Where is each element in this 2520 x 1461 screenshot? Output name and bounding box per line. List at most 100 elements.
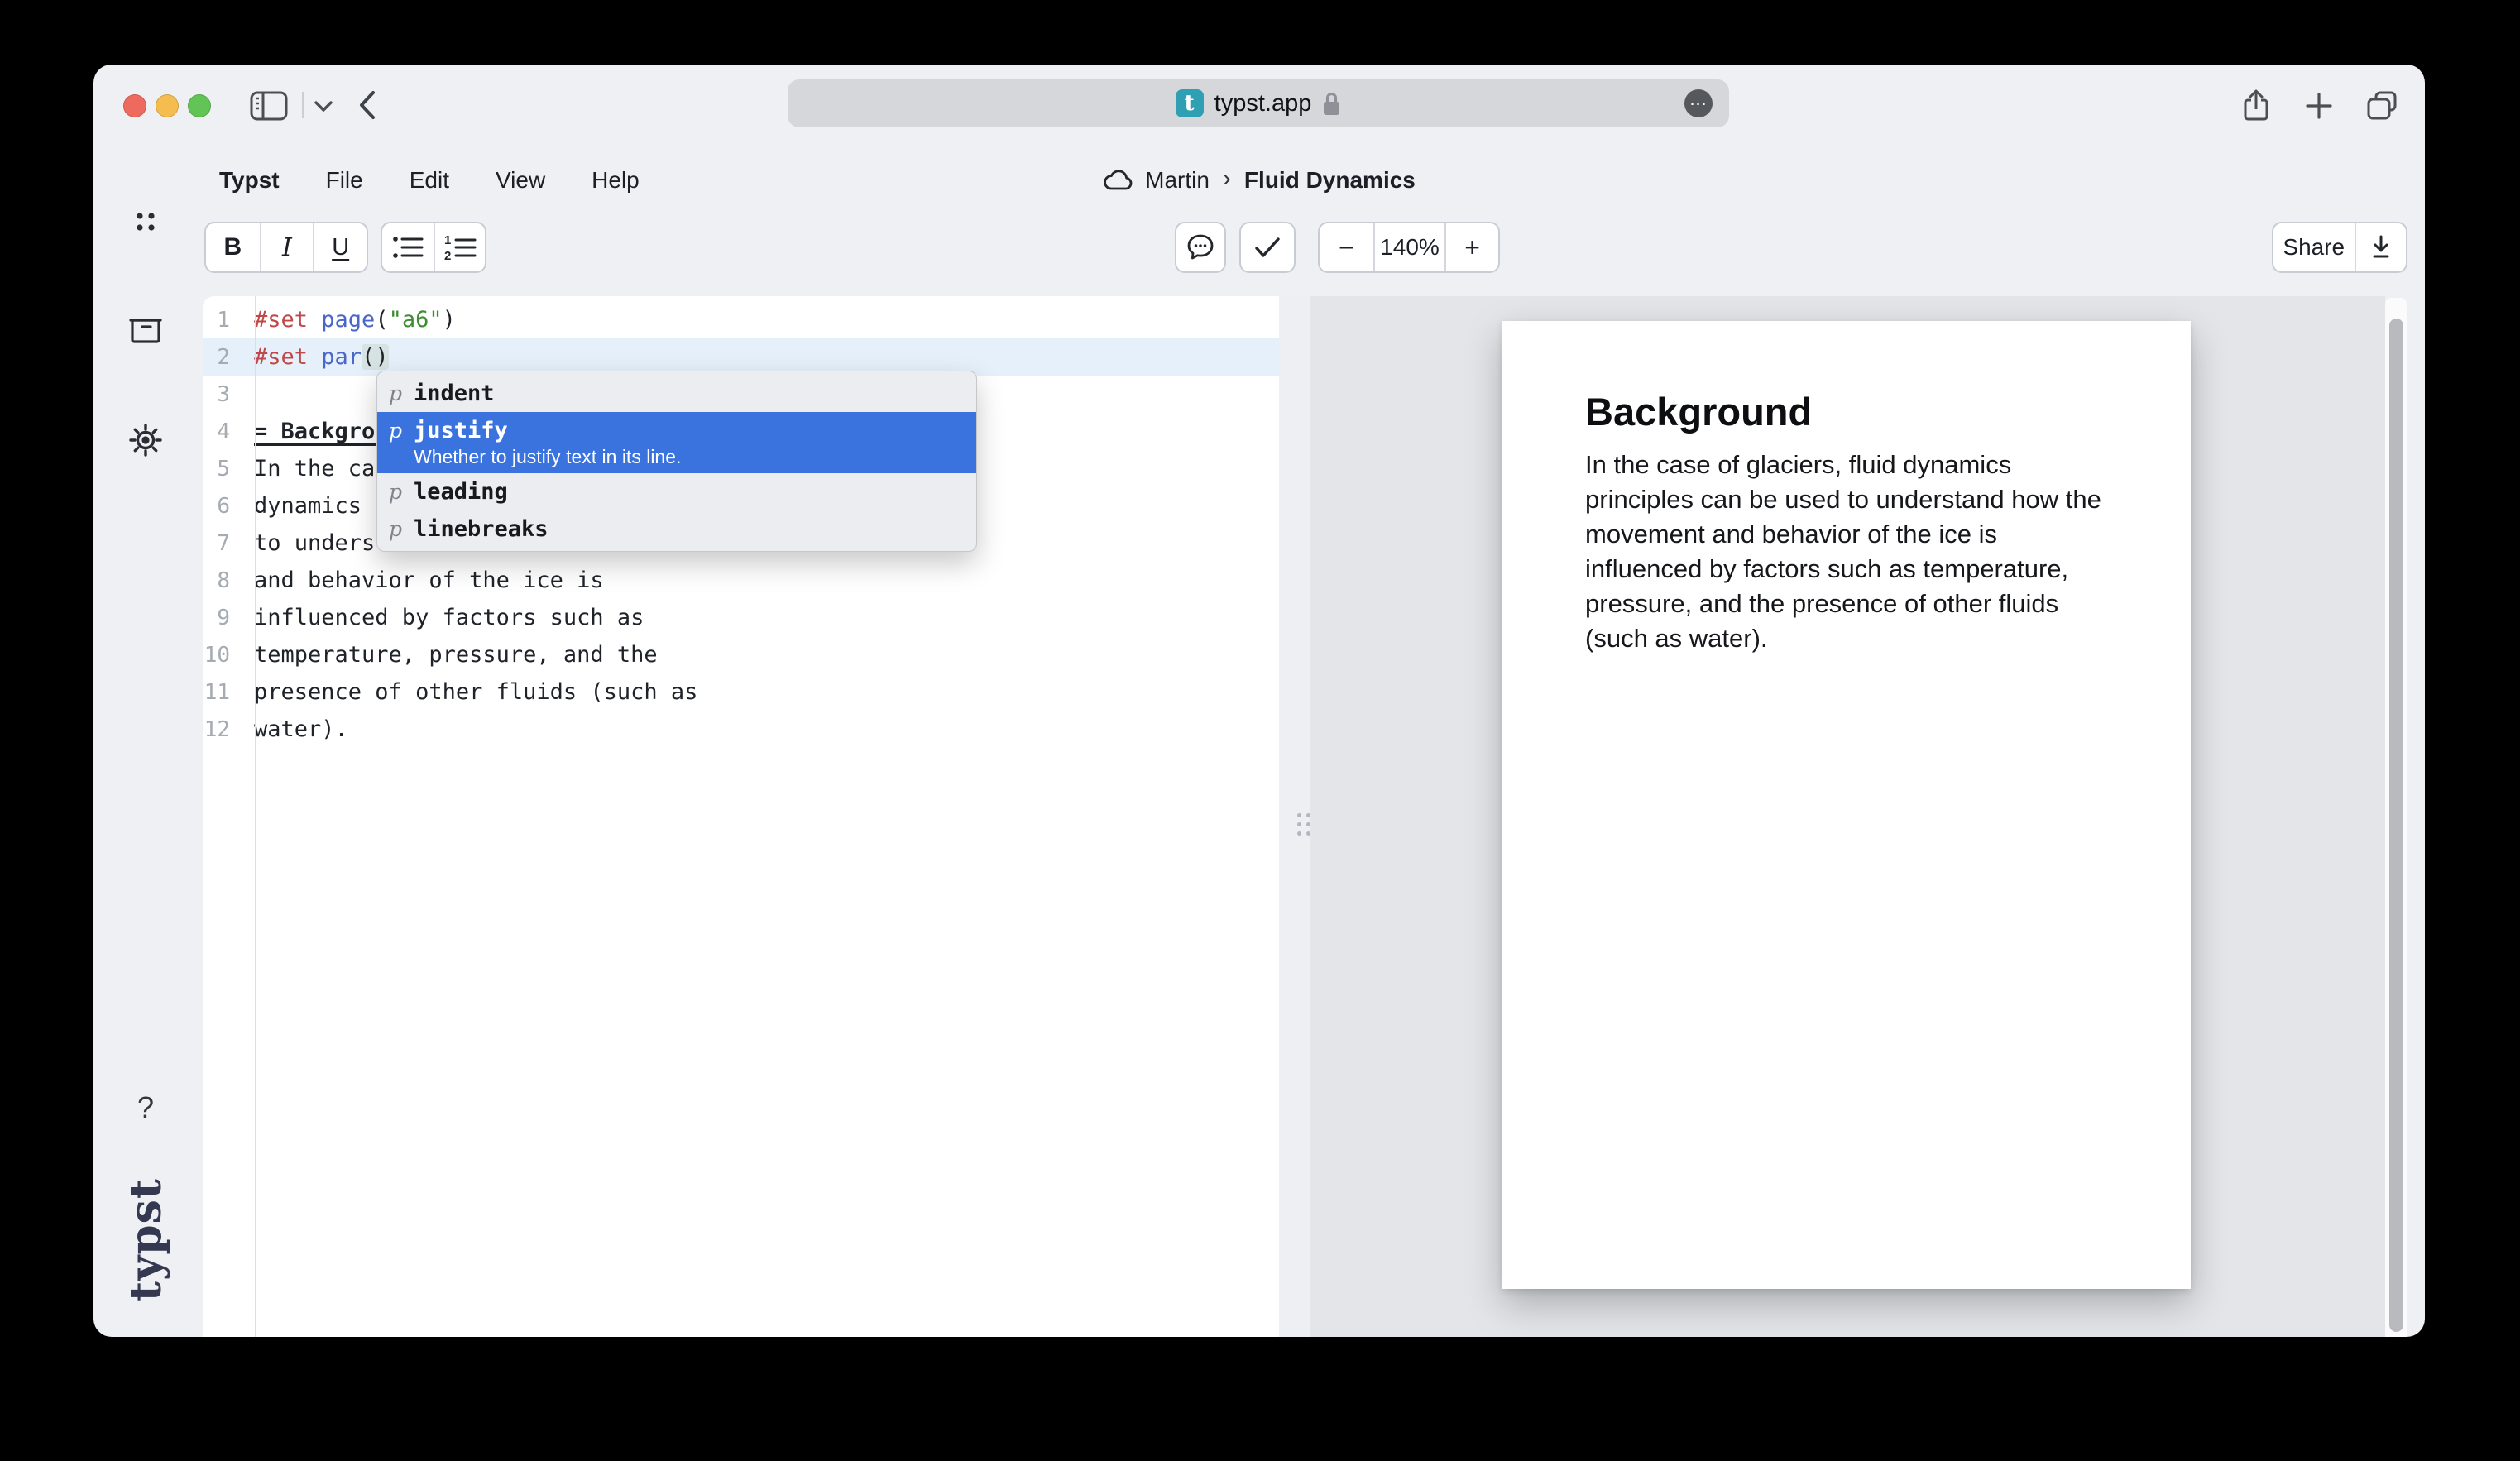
url-text: typst.app xyxy=(1214,90,1312,117)
preview-pane: Background In the case of glaciers, flui… xyxy=(1310,296,2385,1337)
address-bar[interactable]: t typst.app ⋯ xyxy=(788,79,1729,127)
breadcrumb-separator: › xyxy=(1221,165,1233,193)
typst-logo-text: typst xyxy=(121,1178,171,1301)
compile-status-button[interactable] xyxy=(1239,222,1296,273)
code-line-text: and behavior of the ice is xyxy=(242,568,604,593)
preview-body-line: influenced by factors such as temperatur… xyxy=(1585,552,2118,587)
back-icon[interactable] xyxy=(358,90,376,120)
traffic-light-minimize-button[interactable] xyxy=(156,94,179,117)
share-label: Share xyxy=(2283,234,2345,261)
help-button[interactable]: ? xyxy=(132,1090,159,1125)
autocomplete-item-justify[interactable]: pjustifyWhether to justify text in its l… xyxy=(377,412,976,473)
svg-text:1: 1 xyxy=(444,233,451,247)
traffic-light-zoom-button[interactable] xyxy=(188,94,211,117)
page-settings-icon[interactable]: ⋯ xyxy=(1684,89,1713,117)
download-button[interactable] xyxy=(2355,223,2406,271)
line-number: 9 xyxy=(203,606,242,630)
code-line[interactable]: 1#set page("a6") xyxy=(203,301,1279,338)
typst-logo: typst xyxy=(107,1181,184,1297)
breadcrumb: Martin › Fluid Dynamics xyxy=(1103,156,1416,205)
bold-label: B xyxy=(223,233,242,261)
italic-label: I xyxy=(282,233,292,262)
share-icon[interactable] xyxy=(2241,88,2271,122)
app-menu-grid-icon[interactable] xyxy=(132,208,159,235)
chrome-divider xyxy=(302,92,304,118)
code-line-text: #set par() xyxy=(242,344,389,370)
bold-button[interactable]: B xyxy=(206,223,260,271)
svg-text:2: 2 xyxy=(444,249,451,261)
code-line[interactable]: 8and behavior of the ice is xyxy=(203,562,1279,599)
bullet-list-button[interactable] xyxy=(382,223,434,271)
line-number: 11 xyxy=(203,680,242,705)
code-line[interactable]: 10temperature, pressure, and the xyxy=(203,636,1279,673)
menu-item-help[interactable]: Help xyxy=(592,167,640,194)
preview-scrollbar[interactable] xyxy=(2385,298,2407,1337)
autocomplete-item-indent[interactable]: pindent xyxy=(377,375,976,412)
autocomplete-item-leading[interactable]: pleading xyxy=(377,473,976,510)
code-editor[interactable]: 1#set page("a6")2#set par()34= Backgroun… xyxy=(203,296,1279,1337)
menu-item-file[interactable]: File xyxy=(326,167,363,194)
autocomplete-menu: pindentpjustifyWhether to justify text i… xyxy=(376,371,977,552)
zoom-out-button[interactable]: − xyxy=(1320,223,1373,271)
menu-item-typst[interactable]: Typst xyxy=(219,167,280,194)
autocomplete-item-label: leading xyxy=(414,478,508,505)
tab-overview-icon[interactable] xyxy=(2365,90,2398,122)
menu-item-edit[interactable]: Edit xyxy=(410,167,449,194)
code-line-text: temperature, pressure, and the xyxy=(242,642,658,668)
breadcrumb-document-title[interactable]: Fluid Dynamics xyxy=(1244,167,1416,194)
parameter-icon: p xyxy=(389,515,414,543)
line-number: 5 xyxy=(203,457,242,481)
sidebar-toggle-icon[interactable] xyxy=(250,91,288,121)
code-line[interactable]: 9influenced by factors such as xyxy=(203,599,1279,636)
lock-icon xyxy=(1322,91,1341,117)
parameter-icon: p xyxy=(389,380,414,407)
parameter-icon: p xyxy=(389,478,414,505)
preview-body-line: principles can be used to understand how… xyxy=(1585,482,2118,517)
share-button[interactable]: Share xyxy=(2273,223,2355,271)
traffic-light-close-button[interactable] xyxy=(123,94,146,117)
code-line-text: #set page("a6") xyxy=(242,307,456,333)
autocomplete-item-linebreaks[interactable]: plinebreaks xyxy=(377,510,976,548)
numbered-list-icon: 1 2 xyxy=(443,233,477,261)
comments-button[interactable] xyxy=(1175,222,1226,273)
new-tab-icon[interactable] xyxy=(2305,92,2333,120)
line-number: 4 xyxy=(203,419,242,444)
line-number: 8 xyxy=(203,568,242,593)
breadcrumb-account[interactable]: Martin xyxy=(1145,167,1210,194)
list-style-group: 1 2 xyxy=(381,222,486,273)
menu-item-view[interactable]: View xyxy=(496,167,545,194)
numbered-list-button[interactable]: 1 2 xyxy=(434,223,485,271)
code-line-text: influenced by factors such as xyxy=(242,605,644,630)
autocomplete-item-label: justify xyxy=(414,417,681,444)
code-line[interactable]: 11presence of other fluids (such as xyxy=(203,673,1279,711)
browser-chrome: t typst.app ⋯ xyxy=(93,65,2425,144)
preview-body: In the case of glaciers, fluid dynamicsp… xyxy=(1585,448,2118,656)
zoom-group: − 140% + xyxy=(1318,222,1500,273)
zoom-in-button[interactable]: + xyxy=(1444,223,1498,271)
line-number: 10 xyxy=(203,643,242,668)
code-line[interactable]: 12water). xyxy=(203,711,1279,748)
site-favicon: t xyxy=(1176,89,1204,117)
browser-window: t typst.app ⋯ xyxy=(93,65,2425,1337)
preview-body-line: (such as water). xyxy=(1585,621,2118,656)
share-group: Share xyxy=(2272,222,2407,273)
settings-gear-icon[interactable] xyxy=(127,422,164,458)
zoom-out-icon: − xyxy=(1339,232,1354,263)
bullet-list-icon xyxy=(391,234,424,261)
zoom-in-icon: + xyxy=(1464,232,1480,263)
italic-button[interactable]: I xyxy=(260,223,314,271)
preview-body-line: pressure, and the presence of other flui… xyxy=(1585,587,2118,621)
screen: t typst.app ⋯ xyxy=(0,0,2520,1461)
text-style-group: B I U xyxy=(204,222,368,273)
pane-drag-handle-icon[interactable] xyxy=(1297,813,1310,836)
line-number: 2 xyxy=(203,345,242,370)
files-panel-icon[interactable] xyxy=(128,314,163,346)
check-icon xyxy=(1253,235,1282,260)
underline-button[interactable]: U xyxy=(313,223,367,271)
line-number: 1 xyxy=(203,308,242,333)
code-line-text: water). xyxy=(242,716,348,742)
autocomplete-item-label: linebreaks xyxy=(414,515,549,543)
chevron-down-icon[interactable] xyxy=(314,100,333,113)
line-number: 12 xyxy=(203,717,242,742)
preview-scrollbar-thumb[interactable] xyxy=(2389,319,2403,1332)
